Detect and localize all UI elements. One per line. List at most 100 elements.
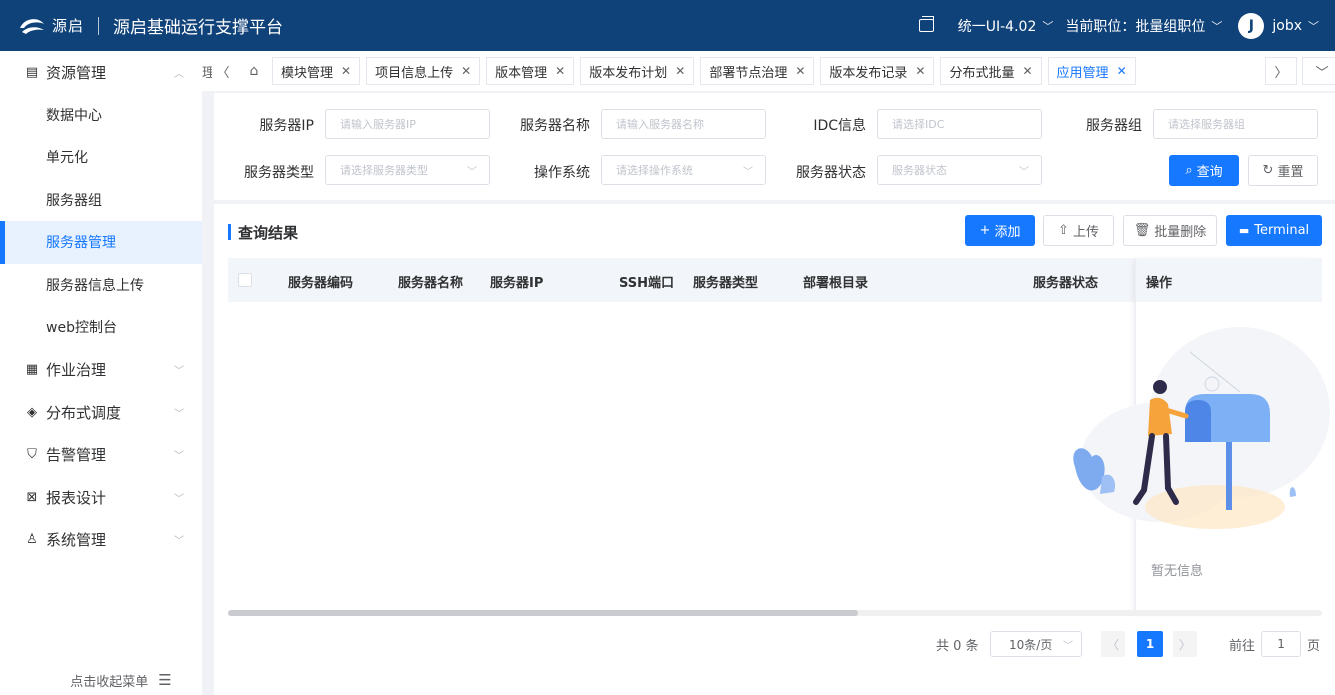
- chevron-down-icon: ﹀: [1211, 19, 1223, 33]
- sidebar-group-scheduling[interactable]: ◈ 分布式调度 ﹀: [0, 391, 202, 434]
- sidebar-group-label: 报表设计: [46, 488, 107, 507]
- fullscreen-button[interactable]: [918, 16, 948, 32]
- sidebar-item-label: web控制台: [46, 320, 117, 337]
- search-icon: ⌕: [1185, 163, 1193, 178]
- close-icon[interactable]: ✕: [1117, 64, 1127, 78]
- sidebar-group-system[interactable]: ♙ 系统管理 ﹀: [0, 519, 202, 562]
- chevron-down-icon: ﹀: [174, 493, 184, 505]
- upload-button[interactable]: ⇧ 上传: [1043, 215, 1114, 246]
- collapse-menu-button[interactable]: 点击收起菜单 ☰: [0, 665, 202, 695]
- server-name-input[interactable]: 请输入服务器名称: [601, 109, 766, 139]
- close-icon[interactable]: ✕: [795, 64, 805, 78]
- page-size-select[interactable]: 10条/页 ﹀: [990, 631, 1082, 657]
- filter-panel: 服务器IP 请输入服务器IP 服务器名称 请输入服务器名称 IDC信息 请选择I…: [214, 93, 1335, 200]
- tab-label: 模块管理: [281, 65, 334, 81]
- version-label: 统一UI-4.02: [957, 18, 1037, 35]
- logo-icon: [20, 18, 44, 34]
- chevron-down-icon: ﹀: [743, 166, 753, 178]
- status-select[interactable]: 服务器状态 ﹀: [877, 155, 1042, 185]
- version-selector[interactable]: 统一UI-4.02 ﹀: [958, 16, 1054, 36]
- tab-distributed-batch[interactable]: 分布式批量 ✕: [940, 57, 1042, 85]
- sidebar-group-report[interactable]: ⊠ 报表设计 ﹀: [0, 476, 202, 519]
- tab-app-management[interactable]: 应用管理 ✕: [1047, 57, 1136, 85]
- sidebar-group-label: 系统管理: [46, 531, 107, 550]
- close-icon[interactable]: ✕: [461, 64, 471, 78]
- idc-placeholder: 请选择IDC: [892, 118, 945, 131]
- add-button-label: 添加: [994, 225, 1021, 240]
- sidebar-group-resource[interactable]: ▤ 资源管理 ︿: [0, 51, 202, 94]
- tab-label: 分布式批量: [949, 65, 1015, 81]
- next-page-button[interactable]: 〉: [1173, 631, 1197, 657]
- page-number-current[interactable]: 1: [1137, 631, 1163, 657]
- user-menu[interactable]: J jobx ﹀: [1238, 12, 1319, 39]
- results-panel: 查询结果 + 添加 ⇧ 上传 🗑 批量删除 ▬ Terminal 服务器编码 服务器名称…: [214, 204, 1335, 695]
- sidebar-item-server-management[interactable]: 服务器管理: [0, 221, 202, 264]
- server-group-select[interactable]: 请选择服务器组: [1153, 109, 1318, 139]
- total-count: 共 0 条: [936, 638, 979, 654]
- header-divider: [98, 16, 100, 35]
- upload-button-label: 上传: [1072, 225, 1099, 240]
- col-ssh-port: SSH端口: [619, 276, 675, 291]
- tab-more-button[interactable]: ﹀: [1302, 57, 1335, 85]
- sidebar-item-server-upload[interactable]: 服务器信息上传: [0, 264, 202, 307]
- chevron-right-icon: 〉: [1178, 637, 1191, 652]
- chevron-down-icon: ﹀: [174, 451, 184, 463]
- col-server-type: 服务器类型: [693, 276, 759, 291]
- chevron-down-icon: ﹀: [1308, 19, 1319, 33]
- reset-button[interactable]: ↻ 重置: [1248, 155, 1318, 186]
- tab-deploy-node[interactable]: 部署节点治理 ✕: [700, 57, 815, 85]
- position-selector[interactable]: 当前职位：批量组职位 ﹀: [1065, 16, 1222, 36]
- sidebar-group-job[interactable]: ▦ 作业治理 ﹀: [0, 349, 202, 392]
- horizontal-scrollbar[interactable]: [228, 610, 1322, 616]
- idc-select[interactable]: 请选择IDC: [877, 109, 1042, 139]
- col-deploy-root: 部署根目录: [803, 276, 869, 291]
- os-select[interactable]: 请选择操作系统 ﹀: [601, 155, 766, 185]
- add-button[interactable]: + 添加: [965, 215, 1035, 246]
- tab-partial: 理: [202, 65, 212, 81]
- tab-project-upload[interactable]: 项目信息上传 ✕: [366, 57, 481, 85]
- page-size-wrap: 10条/页 ﹀: [990, 630, 1082, 658]
- query-button[interactable]: ⌕ 查询: [1169, 155, 1239, 186]
- close-icon[interactable]: ✕: [675, 64, 685, 78]
- tab-label: 版本管理: [495, 65, 548, 81]
- close-icon[interactable]: ✕: [915, 64, 925, 78]
- sidebar-item-server-group[interactable]: 服务器组: [0, 179, 202, 222]
- trash-icon: 🗑: [1133, 223, 1151, 238]
- chevron-right-icon: 〉: [1274, 65, 1288, 81]
- tab-release-plan[interactable]: 版本发布计划 ✕: [580, 57, 695, 85]
- os-label: 操作系统: [534, 165, 590, 181]
- close-icon[interactable]: ✕: [1022, 64, 1032, 78]
- tab-scroll-left-icon[interactable]: 〈: [212, 62, 234, 81]
- tab-release-record[interactable]: 版本发布记录 ✕: [820, 57, 935, 85]
- server-type-select[interactable]: 请选择服务器类型 ﹀: [325, 155, 490, 185]
- server-type-placeholder: 请选择服务器类型: [340, 164, 428, 177]
- tab-bar: 理 〈 ⌂ 模块管理 ✕ 项目信息上传 ✕ 版本管理 ✕ 版本发布计划 ✕ 部署节点治理…: [202, 51, 1335, 91]
- sidebar-item-web-console[interactable]: web控制台: [0, 306, 202, 349]
- home-icon[interactable]: ⌂: [244, 63, 264, 79]
- prev-page-button[interactable]: 〈: [1101, 631, 1125, 657]
- page-size-label: 10条/页: [1009, 637, 1053, 652]
- server-name-placeholder: 请输入服务器名称: [616, 118, 704, 131]
- tab-module[interactable]: 模块管理 ✕: [272, 57, 361, 85]
- batch-delete-button[interactable]: 🗑 批量删除: [1123, 215, 1217, 246]
- server-ip-input[interactable]: 请输入服务器IP: [325, 109, 490, 139]
- chevron-down-icon: ﹀: [174, 366, 184, 378]
- scrollbar-thumb[interactable]: [228, 610, 858, 616]
- select-all-checkbox[interactable]: [238, 273, 252, 287]
- status-placeholder: 服务器状态: [892, 164, 947, 177]
- terminal-button[interactable]: ▬ Terminal: [1226, 215, 1322, 246]
- tab-scroll-right-button[interactable]: 〉: [1265, 57, 1297, 85]
- goto-page-input[interactable]: 1: [1261, 631, 1302, 657]
- sidebar-item-datacenter[interactable]: 数据中心: [0, 94, 202, 137]
- sidebar-group-alert[interactable]: ⛉ 告警管理 ﹀: [0, 434, 202, 477]
- sidebar-group-label: 分布式调度: [46, 403, 122, 422]
- chevron-down-icon: ﹀: [1063, 640, 1073, 652]
- sidebar-item-unit[interactable]: 单元化: [0, 136, 202, 179]
- close-icon[interactable]: ✕: [341, 64, 351, 78]
- tab-version[interactable]: 版本管理 ✕: [486, 57, 575, 85]
- terminal-button-label: Terminal: [1254, 223, 1310, 238]
- window-icon: [918, 16, 934, 32]
- sidebar-group-label: 作业治理: [46, 361, 107, 380]
- collapse-menu-label: 点击收起菜单: [70, 674, 149, 690]
- close-icon[interactable]: ✕: [555, 64, 565, 78]
